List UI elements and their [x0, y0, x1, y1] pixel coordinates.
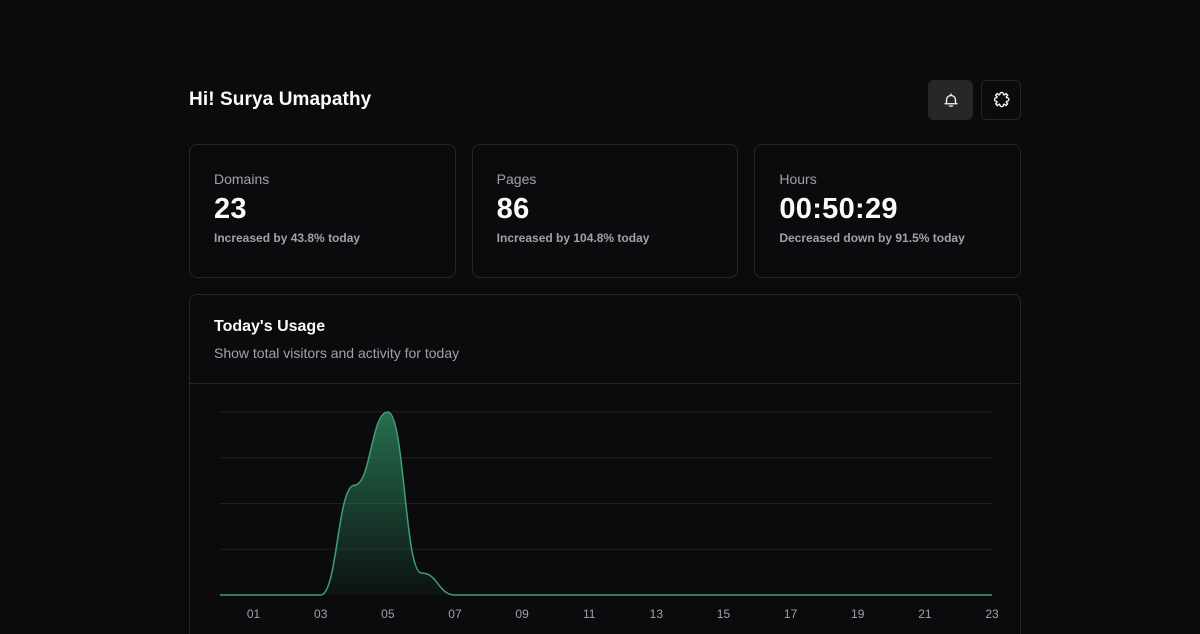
x-tick-label: 19: [851, 607, 865, 621]
stat-value: 00:50:29: [779, 193, 898, 225]
stats-row: Domains 23 Increased by 43.8% today Page…: [189, 144, 1022, 278]
stat-note: Decreased down by 91.5% today: [779, 231, 965, 245]
x-tick-label: 07: [448, 607, 462, 621]
usage-subtitle: Show total visitors and activity for tod…: [214, 345, 460, 361]
greeting: Hi! Surya Umapathy: [189, 89, 372, 110]
x-tick-label: 21: [918, 607, 932, 621]
stat-label: Hours: [779, 171, 817, 187]
x-tick-label: 01: [247, 607, 261, 621]
stat-card-hours: Hours 00:50:29 Decreased down by 91.5% t…: [754, 144, 1022, 278]
usage-title: Today's Usage: [214, 318, 326, 335]
x-tick-label: 11: [583, 607, 596, 621]
stat-note: Increased by 104.8% today: [496, 231, 650, 245]
x-tick-label: 23: [985, 607, 999, 621]
usage-header: Today's Usage Show total visitors and ac…: [190, 295, 1020, 384]
x-tick-label: 15: [717, 607, 731, 621]
stat-card-pages: Pages 86 Increased by 104.8% today: [471, 144, 739, 278]
stat-note: Increased by 43.8% today: [214, 231, 361, 245]
stat-value: 86: [496, 193, 530, 225]
stat-value: 23: [214, 193, 247, 225]
x-tick-label: 03: [314, 607, 328, 621]
header: Hi! Surya Umapathy: [189, 80, 1021, 120]
dashboard: Hi! Surya Umapathy Domains 23 Increased …: [189, 80, 1022, 634]
usage-chart: 01 03 05 07 09 11 13 15 17 19 21 23: [190, 384, 1020, 634]
stat-card-domains: Domains 23 Increased by 43.8% today: [189, 144, 456, 278]
header-actions: [928, 80, 1021, 120]
usage-card: Today's Usage Show total visitors and ac…: [189, 294, 1021, 634]
puzzle-icon: [993, 91, 1010, 108]
notifications-button[interactable]: [928, 80, 973, 120]
stat-label: Domains: [214, 171, 270, 187]
stat-label: Pages: [496, 171, 537, 187]
extensions-button[interactable]: [981, 80, 1021, 120]
usage-chart-svg: 01 03 05 07 09 11 13 15 17 19 21 23: [219, 411, 999, 621]
x-tick-label: 17: [784, 607, 798, 621]
x-tick-label: 13: [650, 607, 664, 621]
x-tick-label: 05: [381, 607, 395, 621]
bell-icon: [943, 93, 958, 107]
x-tick-label: 09: [515, 607, 529, 621]
